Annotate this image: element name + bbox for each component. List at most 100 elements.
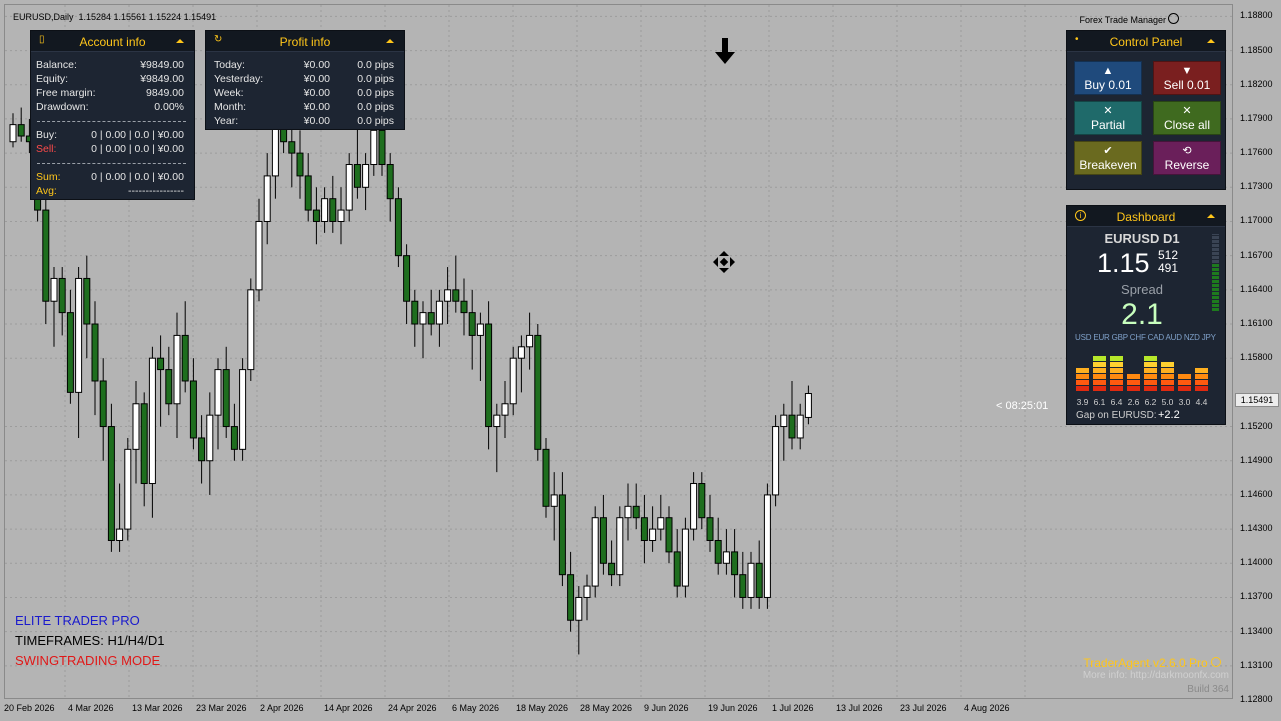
strength-bar-segment [1195, 368, 1208, 373]
sum-value: 0 | 0.00 | 0.0 | ¥0.00 [91, 171, 184, 183]
price-axis-label: 1.18500 [1240, 44, 1273, 55]
date-axis-label: 4 Aug 2026 [964, 703, 1010, 713]
balance-label: Balance: [36, 59, 77, 71]
brand-info[interactable]: More info: http://darkmoonfx.com [1083, 670, 1229, 681]
candle [386, 153, 394, 222]
price-axis-label: 1.17000 [1240, 215, 1273, 226]
date-axis-label: 18 May 2026 [516, 703, 569, 713]
spread-meter [1212, 234, 1219, 311]
dashboard-price: 1.15 [1097, 248, 1150, 278]
candle [731, 529, 739, 598]
candle [657, 494, 665, 541]
collapse-caret-icon[interactable] [1207, 39, 1215, 43]
spread-meter-segment [1212, 264, 1219, 267]
price-axis-label: 1.18200 [1240, 78, 1273, 89]
strength-bar-segment [1076, 386, 1089, 391]
candle [419, 301, 427, 359]
strength-label: 6.4 [1110, 397, 1123, 407]
price-axis-label: 1.14900 [1240, 454, 1273, 465]
spread-meter-segment [1212, 236, 1219, 239]
collapse-caret-icon[interactable] [386, 39, 394, 43]
candle [608, 540, 616, 587]
collapse-caret-icon[interactable] [176, 39, 184, 43]
date-axis-label: 13 Jul 2026 [836, 703, 883, 713]
sell-value: 0 | 0.00 | 0.0 | ¥0.00 [91, 143, 184, 155]
drawdown-label: Drawdown: [36, 101, 89, 113]
price-axis-label: 1.13400 [1240, 625, 1273, 636]
strength-bar-segment [1110, 362, 1123, 367]
candle [698, 472, 706, 530]
move-cursor-icon[interactable] [712, 250, 736, 274]
strength-bar-segment [1093, 374, 1106, 379]
date-axis-label: 20 Feb 2026 [4, 703, 55, 713]
price-axis-label: 1.16700 [1240, 249, 1273, 260]
strength-bar-segment [1093, 368, 1106, 373]
price-axis-label: 1.17900 [1240, 112, 1273, 123]
control-panel: • Control Panel ▲ Buy 0.01 ▼ Sell 0.01 ✕ Pa… [1066, 30, 1226, 190]
candle [66, 289, 74, 404]
equity-label: Equity: [36, 73, 69, 85]
dashboard-panel: i Dashboard EURUSD D1 1.15 512 491 Spread… [1066, 205, 1226, 425]
candle [214, 358, 222, 450]
candle [550, 472, 558, 541]
brand-name[interactable]: TraderAgent v2.6.0 Pro [1083, 656, 1221, 670]
strength-bar-segment [1144, 356, 1157, 361]
candle [763, 483, 771, 609]
sell-button[interactable]: ▼ Sell 0.01 [1153, 61, 1221, 95]
candle [263, 153, 271, 245]
date-axis-label: 14 Apr 2026 [324, 703, 373, 713]
candle [222, 346, 230, 438]
candle [493, 403, 501, 473]
chart-symbol-header: EURUSD,Daily 1.15284 1.15561 1.15224 1.1… [13, 12, 217, 22]
candle [690, 472, 698, 541]
candle [542, 437, 550, 518]
strength-bar-segment [1110, 356, 1123, 361]
profit-info-header[interactable]: ↻ Profit info [206, 31, 404, 52]
date-axis-label: 9 Jun 2026 [644, 703, 689, 713]
control-panel-header[interactable]: • Control Panel [1067, 31, 1225, 52]
trade-manager-label[interactable]: Forex Trade Manager [1079, 13, 1179, 25]
strength-bar-segment [1144, 386, 1157, 391]
candle [485, 301, 493, 450]
reverse-button[interactable]: ⟲ Reverse [1153, 141, 1221, 175]
sell-signal-arrow-icon[interactable] [710, 36, 740, 66]
candle [140, 392, 148, 507]
candle [444, 267, 452, 325]
strength-bar-segment [1195, 386, 1208, 391]
strength-bar-segment [1178, 380, 1191, 385]
profit-month-money: ¥0.00 [303, 101, 330, 113]
arrow-down-icon: ▼ [1181, 65, 1193, 77]
dashboard-header[interactable]: i Dashboard [1067, 206, 1225, 227]
spread-meter-segment [1212, 244, 1219, 247]
brand-circle-icon [1211, 657, 1221, 667]
candle [116, 483, 124, 552]
sell-button-label: Sell 0.01 [1163, 78, 1211, 92]
collapse-caret-icon[interactable] [1207, 214, 1215, 218]
candle [558, 472, 566, 587]
partial-button-label: Partial [1090, 118, 1125, 132]
brand-build: Build 364 [1187, 684, 1229, 695]
profit-week-label: Week: [214, 87, 244, 99]
overlay-line-1: ELITE TRADER PRO [15, 613, 140, 628]
candle [75, 267, 83, 438]
spread-meter-segment [1212, 240, 1219, 243]
strength-bar-segment [1144, 368, 1157, 373]
candle [148, 346, 156, 518]
close-all-button[interactable]: ✕ Close all [1153, 101, 1221, 135]
strength-bar-segment [1093, 380, 1106, 385]
candle [91, 301, 99, 416]
strength-bar-segment [1178, 386, 1191, 391]
candle [665, 506, 673, 564]
account-info-header[interactable]: ▯ Account info [31, 31, 194, 52]
candle [206, 392, 214, 495]
profit-year-pips: 0.0 pips [357, 115, 394, 127]
candle [239, 358, 247, 461]
buy-button[interactable]: ▲ Buy 0.01 [1074, 61, 1142, 95]
breakeven-button[interactable]: ✔ Breakeven [1074, 141, 1142, 175]
close-icon: ✕ [1103, 105, 1113, 117]
candle [517, 335, 525, 393]
candle [509, 346, 517, 416]
partial-close-button[interactable]: ✕ Partial [1074, 101, 1142, 135]
profit-month-pips: 0.0 pips [357, 101, 394, 113]
candle [780, 403, 788, 461]
